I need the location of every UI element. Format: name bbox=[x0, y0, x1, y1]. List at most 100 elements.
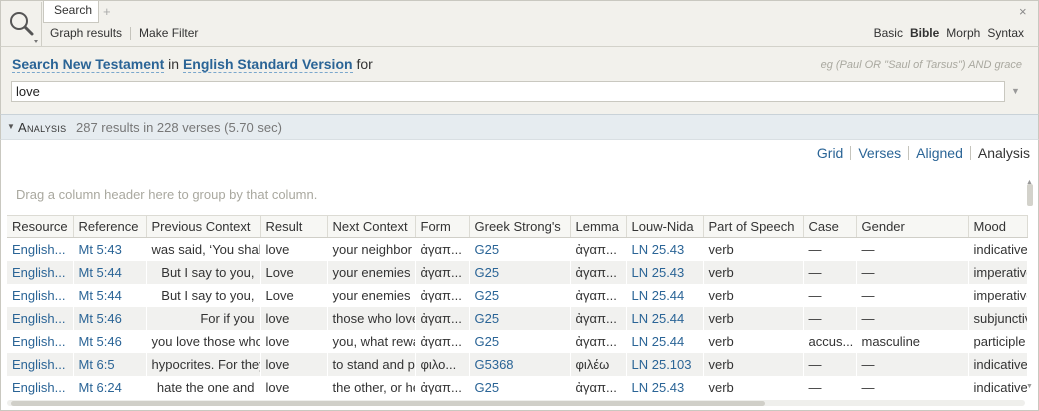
cell-result: love bbox=[265, 379, 290, 395]
grid-body: English... Mt 5:43 was said, ‘You shall lov… bbox=[7, 238, 1027, 399]
cell-next-context: you, what reward bbox=[332, 333, 415, 349]
cell-greek-strongs[interactable]: G5368 bbox=[469, 352, 570, 376]
cell-reference[interactable]: Mt 5:46 bbox=[73, 306, 146, 330]
search-scope-prefix[interactable]: Search New Testament bbox=[12, 56, 165, 73]
graph-results-button[interactable]: Graph results bbox=[50, 26, 122, 40]
cell-louw-nida[interactable]: LN 25.43 bbox=[626, 376, 703, 399]
vertical-scrollbar[interactable] bbox=[1027, 184, 1033, 206]
group-by-drop-zone[interactable]: Drag a column header here to group by th… bbox=[16, 187, 317, 202]
cell-louw-nida[interactable]: LN 25.44 bbox=[626, 306, 703, 330]
cell-result: Love bbox=[265, 287, 294, 303]
cell-louw-nida[interactable]: LN 25.43 bbox=[626, 260, 703, 284]
cell-reference[interactable]: Mt 5:44 bbox=[73, 284, 146, 307]
cell-louw-nida[interactable]: LN 25.103 bbox=[626, 352, 703, 376]
cell-greek-strongs[interactable]: G25 bbox=[469, 330, 570, 353]
column-header-part-of-speech[interactable]: Part of Speech bbox=[703, 215, 804, 238]
column-header-result[interactable]: Result bbox=[260, 215, 328, 238]
dropdown-arrow-icon[interactable]: ▼ bbox=[1011, 86, 1020, 96]
cell-reference[interactable]: Mt 5:44 bbox=[73, 260, 146, 284]
column-header-previous-context[interactable]: Previous Context bbox=[146, 215, 261, 238]
close-icon[interactable]: × bbox=[1019, 4, 1027, 19]
cell-resource[interactable]: English... bbox=[7, 352, 73, 376]
horizontal-scrollbar-thumb[interactable] bbox=[11, 401, 765, 406]
table-row[interactable]: English... Mt 5:44 But I say to you, Love yo… bbox=[7, 260, 1027, 284]
cell-result: Love bbox=[260, 260, 327, 284]
mode-basic[interactable]: Basic bbox=[874, 26, 903, 40]
cell-louw-nida[interactable]: LN 25.44 bbox=[626, 284, 703, 307]
column-header-gender[interactable]: Gender bbox=[856, 215, 969, 238]
column-header-resource[interactable]: Resource bbox=[7, 215, 74, 238]
cell-lemma: ἀγαπ... bbox=[575, 379, 617, 395]
column-header-lemma[interactable]: Lemma bbox=[570, 215, 627, 238]
make-filter-button[interactable]: Make Filter bbox=[139, 26, 198, 40]
cell-resource[interactable]: English... bbox=[7, 330, 73, 353]
cell-reference[interactable]: Mt 5:46 bbox=[73, 330, 146, 353]
cell-mood: indicative bbox=[973, 241, 1027, 257]
column-header-greek-strongs[interactable]: Greek Strong's bbox=[469, 215, 571, 238]
cell-gender: — bbox=[861, 287, 875, 303]
cell-case: — bbox=[808, 287, 822, 303]
cell-greek-strongs[interactable]: G25 bbox=[469, 306, 570, 330]
cell-reference[interactable]: Mt 6:5 bbox=[73, 352, 146, 376]
mode-bible[interactable]: Bible bbox=[910, 26, 939, 40]
table-row[interactable]: English... Mt 5:43 was said, ‘You shall lov… bbox=[7, 238, 1027, 261]
column-header-form[interactable]: Form bbox=[415, 215, 470, 238]
cell-case: — bbox=[808, 379, 822, 395]
analysis-section-header[interactable]: ▼ Analysis 287 results in 228 verses (5.… bbox=[0, 114, 1039, 140]
column-header-louw-nida[interactable]: Louw-Nida bbox=[626, 215, 704, 238]
cell-form: ἀγαπ... bbox=[420, 379, 462, 395]
version-selector[interactable]: English Standard Version bbox=[182, 56, 353, 73]
cell-resource[interactable]: English... bbox=[7, 284, 73, 307]
cell-next-context: to stand and pray bbox=[327, 352, 415, 376]
cell-previous-context: hate the one and bbox=[146, 376, 260, 399]
cell-greek-strongs[interactable]: G25 bbox=[469, 376, 570, 399]
view-aligned[interactable]: Aligned bbox=[916, 145, 963, 161]
query-description: Search New Testament in English Standard… bbox=[12, 56, 373, 73]
previous-context-text: For if you bbox=[200, 310, 255, 326]
mode-morph[interactable]: Morph bbox=[946, 26, 980, 40]
table-row[interactable]: English... Mt 5:46 you love those who love y… bbox=[7, 330, 1027, 353]
cell-greek-strongs[interactable]: G25 bbox=[469, 260, 570, 284]
table-row[interactable]: English... Mt 5:46 For if you love those who… bbox=[7, 306, 1027, 330]
search-input[interactable] bbox=[11, 81, 1005, 102]
view-verses[interactable]: Verses bbox=[858, 145, 901, 161]
cell-reference[interactable]: Mt 5:43 bbox=[73, 238, 146, 261]
column-header-reference[interactable]: Reference bbox=[73, 215, 147, 238]
analysis-title: Analysis bbox=[18, 120, 67, 135]
cell-form: ἀγαπ... bbox=[415, 306, 469, 330]
cell-gender: — bbox=[861, 241, 875, 257]
search-panel-icon-button[interactable] bbox=[2, 2, 42, 46]
column-header-case[interactable]: Case bbox=[803, 215, 857, 238]
view-divider bbox=[850, 146, 852, 160]
cell-form: ἀγαπ... bbox=[420, 287, 462, 303]
cell-part-of-speech: verb bbox=[703, 260, 803, 284]
grid-header-row: Resource Reference Previous Context Result N… bbox=[7, 215, 1028, 238]
column-header-mood[interactable]: Mood bbox=[968, 215, 1028, 238]
tab-search[interactable]: Search bbox=[43, 1, 99, 23]
cell-next-context: your neighbor bbox=[332, 241, 413, 257]
view-grid[interactable]: Grid bbox=[817, 145, 843, 161]
mode-syntax[interactable]: Syntax bbox=[987, 26, 1024, 40]
cell-reference[interactable]: Mt 6:24 bbox=[73, 376, 146, 399]
column-header-next-context[interactable]: Next Context bbox=[327, 215, 416, 238]
view-analysis[interactable]: Analysis bbox=[978, 145, 1030, 161]
cell-greek-strongs[interactable]: G25 bbox=[469, 284, 570, 307]
cell-resource[interactable]: English... bbox=[7, 306, 73, 330]
table-row[interactable]: English... Mt 5:44 But I say to you, Love yo… bbox=[7, 284, 1027, 307]
cell-form: ἀγαπ... bbox=[420, 333, 462, 349]
cell-resource[interactable]: English... bbox=[7, 260, 73, 284]
cell-resource[interactable]: English... bbox=[7, 376, 73, 399]
cell-previous-context: was said, ‘You shall bbox=[146, 238, 260, 261]
cell-louw-nida[interactable]: LN 25.44 bbox=[626, 330, 703, 353]
table-row[interactable]: English... Mt 6:5 hypocrites. For they love… bbox=[7, 352, 1027, 376]
cell-resource[interactable]: English... bbox=[7, 238, 73, 261]
table-row[interactable]: English... Mt 6:24 hate the one and love the… bbox=[7, 376, 1027, 399]
cell-result: love bbox=[265, 333, 290, 349]
cell-mood: imperative bbox=[968, 260, 1027, 284]
add-tab-icon[interactable]: + bbox=[103, 4, 111, 19]
cell-greek-strongs[interactable]: G25 bbox=[469, 238, 570, 261]
cell-mood: indicative bbox=[968, 352, 1027, 376]
toolbar-actions: Graph results Make Filter bbox=[50, 26, 198, 40]
cell-louw-nida[interactable]: LN 25.43 bbox=[626, 238, 703, 261]
collapse-triangle-icon[interactable]: ▼ bbox=[7, 122, 15, 131]
